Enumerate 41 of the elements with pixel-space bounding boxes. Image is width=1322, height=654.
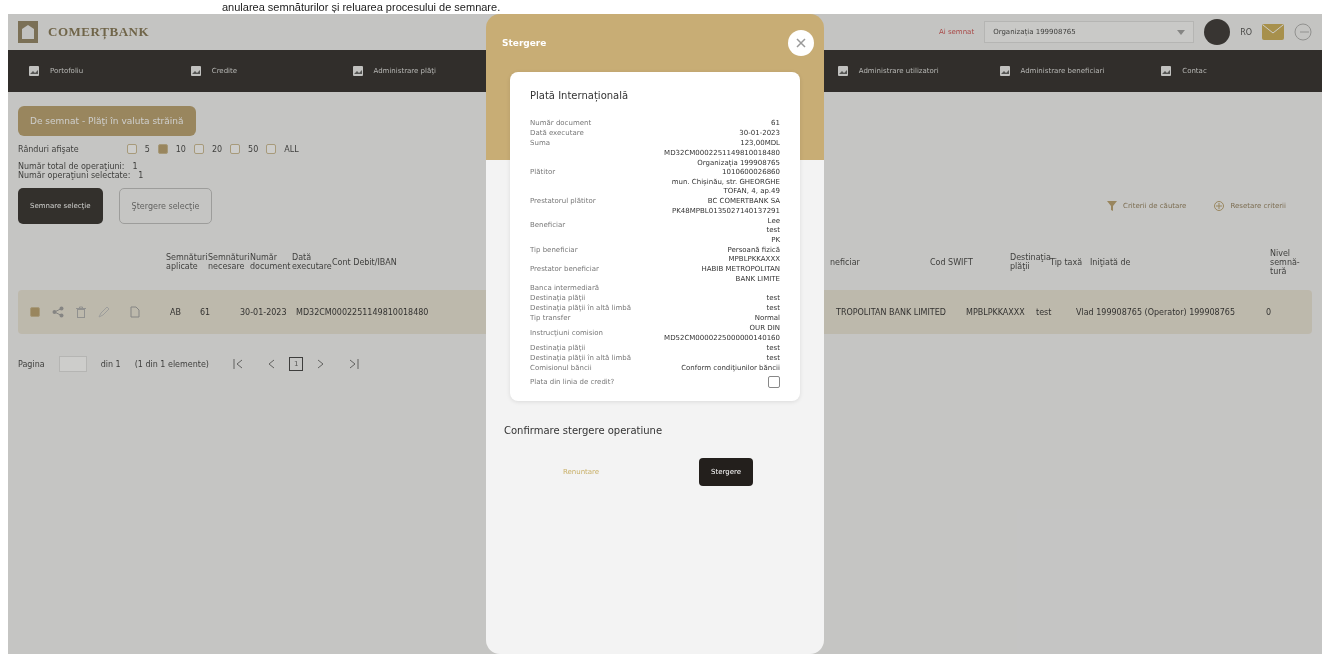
column-header: Nivel semnă- tură: [1270, 248, 1300, 276]
dialog-title: Stergere: [502, 38, 547, 48]
rows-option: ALL: [284, 144, 299, 154]
logo-text: COMERȚBANK: [48, 24, 150, 40]
page-title: De semnat - Plăţi în valuta străină: [18, 106, 196, 136]
caption-text: anularea semnăturilor și reluarea procesului de semnare.: [221, 0, 502, 14]
rows-option: 50: [248, 144, 259, 154]
table-cell-text: test: [1036, 307, 1053, 317]
total-value: 1: [132, 162, 138, 171]
card-heading: Plată Internațională: [530, 90, 630, 101]
delete-selection-button[interactable]: Ştergere selecţie: [118, 188, 213, 224]
column-header: neficiar: [830, 257, 861, 267]
confirm-text: Confirmare stergere operatiune: [504, 425, 664, 437]
column-header: Dată executare: [292, 253, 332, 271]
page-count: din 1: [100, 359, 121, 369]
table-cell-text: MD32CM0002251149810018480: [296, 307, 430, 317]
rows-option: 5: [144, 144, 150, 154]
range-text: (1 din 1 elemente): [134, 359, 209, 369]
table-cell-text: AB: [170, 307, 182, 317]
table-cell-text: 61: [200, 307, 212, 317]
column-header: Cod SWIFT: [930, 257, 974, 267]
column-header: Semnături necesare: [208, 253, 250, 271]
column-header: Iniţiată de: [1090, 257, 1132, 267]
language-button[interactable]: RO: [1240, 27, 1252, 37]
table-cell-text: Vlad 199908765 (Operator) 199908765: [1076, 307, 1236, 317]
column-header: Număr document: [250, 253, 292, 271]
table-cell-text: MPBLPKKAXXX: [966, 307, 1026, 317]
table-cell-text: TROPOLITAN BANK LIMITED: [836, 307, 947, 317]
total-value: 1: [138, 171, 144, 180]
total-label: Număr total de operaţiuni:: [18, 162, 125, 171]
page-label: Pagina: [18, 359, 45, 369]
column-header: Destinaţia plăţii: [1010, 253, 1050, 271]
column-header: Cont Debit/IBAN: [332, 257, 398, 267]
rows-label: Rânduri afişate: [18, 144, 79, 154]
table-cell-text: 30-01-2023: [240, 307, 288, 317]
column-header: Tip taxă: [1050, 257, 1084, 267]
rows-option: 10: [175, 144, 186, 154]
total-label: Număr operaţiuni selectate:: [18, 171, 131, 180]
rows-option: 20: [211, 144, 223, 154]
column-header: Semnături aplicate: [166, 253, 208, 271]
table-cell-text: 0: [1266, 307, 1273, 317]
